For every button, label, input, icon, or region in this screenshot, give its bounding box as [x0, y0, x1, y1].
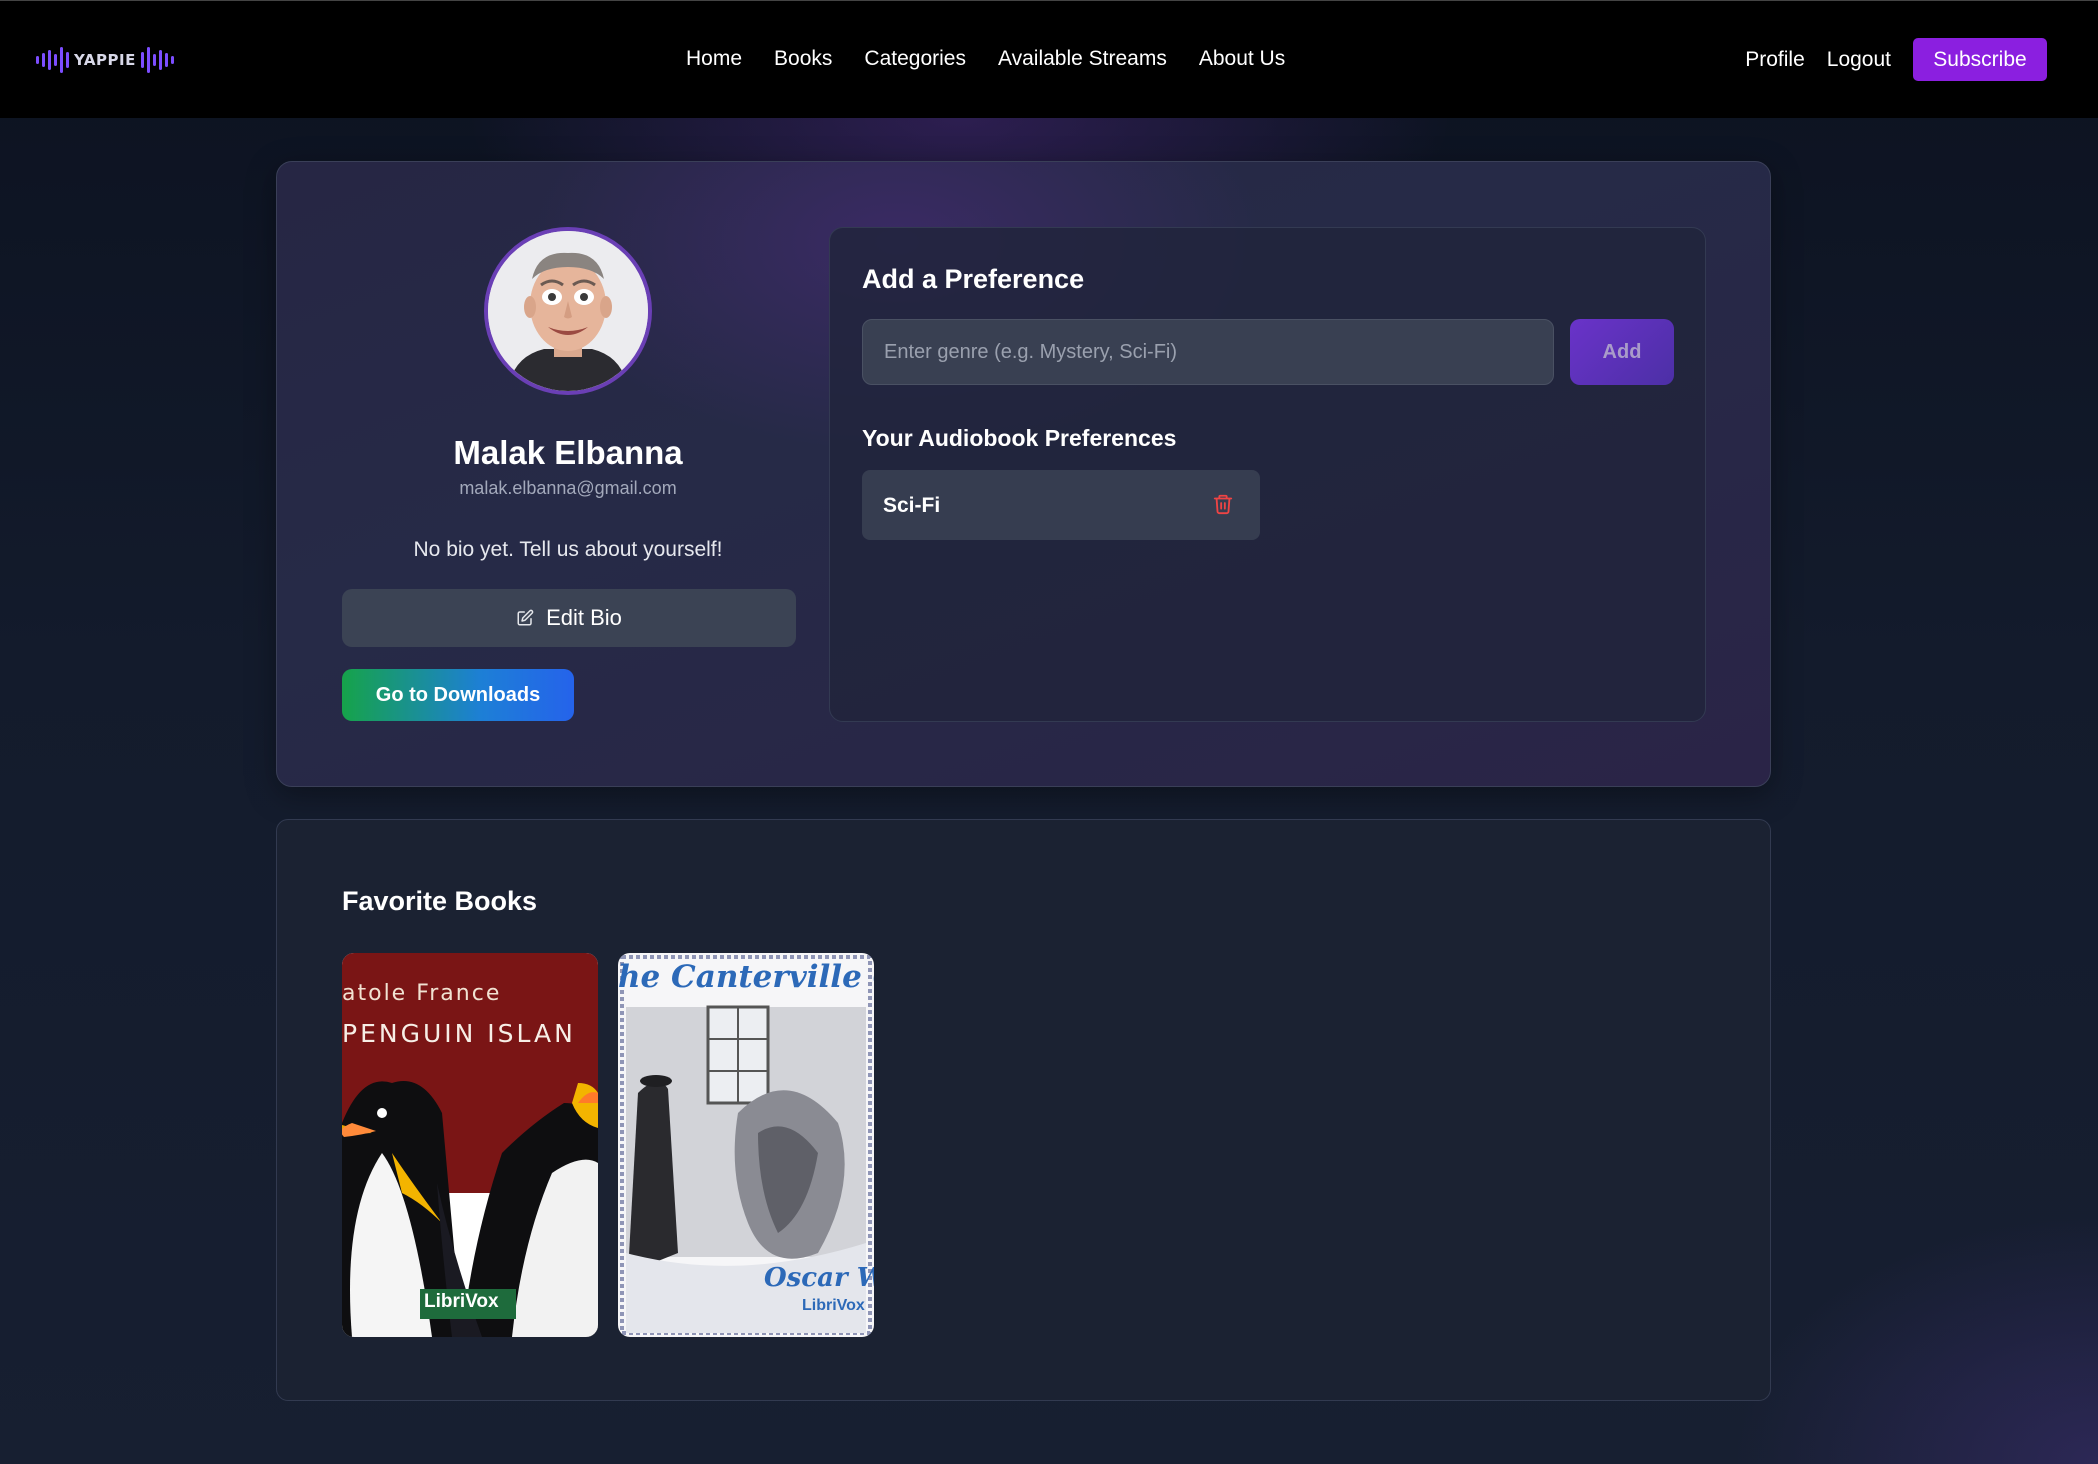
profile-card: Malak Elbanna malak.elbanna@gmail.com No…	[276, 161, 1771, 787]
main-nav: Home Books Categories Available Streams …	[686, 47, 1285, 71]
nav-available-streams-link[interactable]: Available Streams	[998, 47, 1167, 71]
user-email: malak.elbanna@gmail.com	[459, 478, 677, 498]
book-cover-penguin-island[interactable]: atole France PENGUIN ISLAN LibriVox	[342, 953, 598, 1337]
subscribe-button[interactable]: Subscribe	[1913, 38, 2047, 81]
book-title-text: he Canterville Ghos	[618, 959, 874, 995]
librivox-badge: LibriVox	[802, 1297, 865, 1314]
user-name: Malak Elbanna	[453, 434, 683, 471]
preferences-list-title: Your Audiobook Preferences	[862, 425, 1177, 451]
edit-icon	[517, 609, 534, 626]
book-cover-canterville-ghost[interactable]: he Canterville Ghos Oscar Wil LibriVox	[618, 953, 874, 1337]
nav-logout-link[interactable]: Logout	[1827, 48, 1891, 72]
avatar-image	[488, 231, 648, 391]
navbar: YAPPIE Home Books Categories Available S…	[0, 0, 2098, 118]
book-author-text: atole France	[342, 981, 502, 1006]
edit-bio-label: Edit Bio	[546, 605, 622, 630]
add-preference-title: Add a Preference	[862, 264, 1085, 294]
trash-icon[interactable]	[1212, 492, 1234, 516]
preferences-panel: Add a Preference Add Your Audiobook Pref…	[829, 227, 1706, 722]
nav-books-link[interactable]: Books	[774, 47, 832, 71]
nav-about-us-link[interactable]: About Us	[1199, 47, 1285, 71]
book-author-text: Oscar Wil	[764, 1263, 874, 1293]
waveform-icon	[140, 44, 174, 76]
penguin-cover-art	[342, 953, 598, 1337]
favorite-books-card: Favorite Books atole France PENGUIN ISLA…	[276, 819, 1771, 1401]
user-bio: No bio yet. Tell us about yourself!	[413, 538, 723, 561]
waveform-icon	[36, 44, 69, 76]
nav-profile-link[interactable]: Profile	[1745, 48, 1805, 72]
librivox-badge: LibriVox	[424, 1291, 499, 1312]
logo[interactable]: YAPPIE	[36, 44, 174, 76]
book-title-text: PENGUIN ISLAN	[342, 1019, 576, 1048]
nav-home-link[interactable]: Home	[686, 47, 742, 71]
favorite-books-title: Favorite Books	[342, 886, 538, 916]
edit-bio-button[interactable]: Edit Bio	[342, 589, 796, 647]
add-preference-button[interactable]: Add	[1570, 319, 1674, 385]
avatar	[484, 227, 652, 395]
nav-user-actions: Profile Logout Subscribe	[1745, 38, 2047, 81]
preference-item-label: Sci-Fi	[883, 494, 941, 517]
logo-text: YAPPIE	[74, 51, 136, 69]
go-to-downloads-button[interactable]: Go to Downloads	[342, 669, 574, 721]
nav-categories-link[interactable]: Categories	[864, 47, 966, 71]
genre-input[interactable]	[862, 319, 1554, 385]
preference-item: Sci-Fi	[862, 470, 1260, 540]
